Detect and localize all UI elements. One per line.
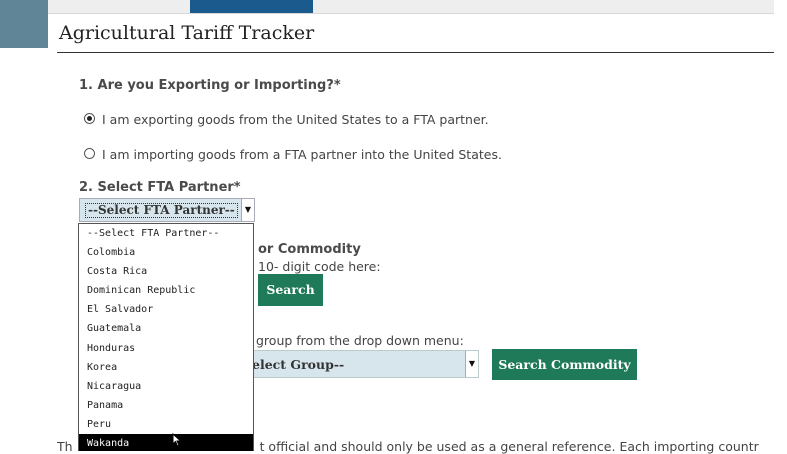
fta-partner-select[interactable]: --Select FTA Partner-- ▼ <box>79 198 255 222</box>
page-title: Agricultural Tariff Tracker <box>59 22 315 44</box>
dropdown-option[interactable]: Dominican Republic <box>79 281 253 300</box>
active-nav-tab[interactable] <box>190 0 313 13</box>
code-hint: 10- digit code here: <box>258 259 381 274</box>
disclaimer-start: Th <box>57 439 73 454</box>
search-commodity-button[interactable]: Search Commodity <box>492 349 637 380</box>
fta-partner-selected-value: --Select FTA Partner-- <box>85 203 238 218</box>
dropdown-option[interactable]: Costa Rica <box>79 262 253 281</box>
import-radio[interactable] <box>84 148 95 159</box>
mouse-cursor-icon <box>172 433 182 447</box>
dropdown-option[interactable]: Panama <box>79 396 253 415</box>
commodity-group-selected-value: elect Group-- <box>252 357 345 372</box>
chevron-down-icon[interactable]: ▼ <box>465 351 478 377</box>
dropdown-option[interactable]: Korea <box>79 358 253 377</box>
title-divider <box>57 52 774 53</box>
question-3-label: or Commodity <box>258 242 361 257</box>
commodity-group-select[interactable]: elect Group-- ▼ <box>243 350 479 378</box>
group-hint: group from the drop down menu: <box>256 333 464 348</box>
dropdown-option[interactable]: Wakanda <box>79 434 253 451</box>
export-option-label[interactable]: I am exporting goods from the United Sta… <box>102 112 489 127</box>
left-margin <box>0 0 48 451</box>
dropdown-option[interactable]: --Select FTA Partner-- <box>79 224 253 243</box>
fta-partner-dropdown-list[interactable]: --Select FTA Partner-- Colombia Costa Rica… <box>78 223 254 451</box>
search-button[interactable]: Search <box>258 274 323 306</box>
dropdown-option[interactable]: El Salvador <box>79 300 253 319</box>
dropdown-option[interactable]: Peru <box>79 415 253 434</box>
right-margin <box>774 0 787 451</box>
disclaimer-fragment: t official and should only be used as a … <box>259 439 759 454</box>
dropdown-option[interactable]: Guatemala <box>79 319 253 338</box>
dropdown-option[interactable]: Nicaragua <box>79 377 253 396</box>
dropdown-option[interactable]: Colombia <box>79 243 253 262</box>
import-option-label[interactable]: I am importing goods from a FTA partner … <box>102 147 502 162</box>
side-logo-block <box>0 0 48 48</box>
dropdown-option[interactable]: Honduras <box>79 339 253 358</box>
chevron-down-icon[interactable]: ▼ <box>241 199 254 221</box>
question-1-label: 1. Are you Exporting or Importing?* <box>79 78 341 93</box>
question-2-label: 2. Select FTA Partner* <box>79 180 241 195</box>
export-radio[interactable] <box>84 113 95 124</box>
top-navigation-bar <box>48 0 774 14</box>
